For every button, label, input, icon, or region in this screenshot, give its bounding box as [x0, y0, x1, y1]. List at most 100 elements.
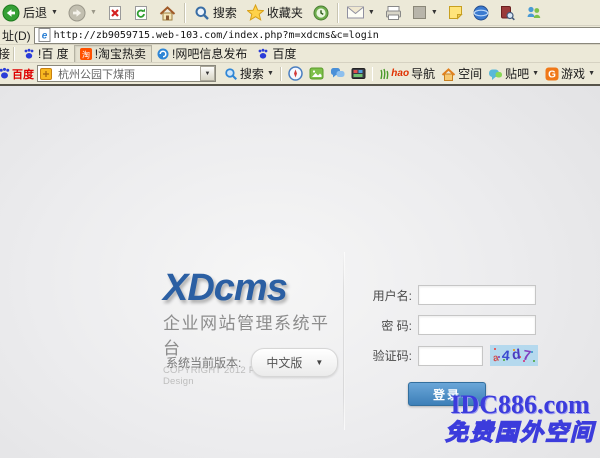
link-item-baidu-2[interactable]: 百度 [252, 46, 301, 62]
watermark-line1: IDC886.com [440, 392, 600, 418]
baidu-video-button[interactable] [348, 66, 369, 81]
research-button[interactable] [494, 3, 520, 23]
game-label: 游戏 [561, 65, 585, 82]
taobao-glyph: 淘 [82, 49, 90, 59]
baidu-paw-icon [257, 48, 269, 60]
link-item-netbar[interactable]: !网吧信息发布 [152, 46, 252, 62]
history-button[interactable] [308, 3, 334, 23]
research-book-icon [499, 5, 515, 21]
screen: 后退 ▼ ▼ [0, 0, 600, 458]
games-dropdown-icon[interactable]: ▼ [588, 70, 595, 77]
toolbar-separator [337, 3, 339, 23]
tieba-label: 贴吧 [505, 65, 529, 82]
back-dropdown-icon[interactable]: ▼ [51, 9, 58, 16]
link-label: !百 度 [38, 45, 69, 62]
print-icon [385, 5, 402, 21]
version-label: 系统当前版本: [166, 354, 241, 371]
print-button[interactable] [380, 3, 407, 23]
edit-button[interactable]: ▼ [407, 3, 443, 22]
address-input[interactable] [54, 28, 600, 43]
address-field[interactable]: e [34, 27, 600, 44]
video-icon [351, 66, 366, 81]
password-input[interactable] [418, 315, 536, 335]
login-page: XDcms 企业网站管理系统平台 COPYRIGHT 2012 Power By… [0, 86, 600, 458]
hao123-label: hao [391, 68, 409, 79]
search-button[interactable]: 搜索 [189, 2, 242, 23]
baidu-images-button[interactable] [306, 66, 327, 81]
mail-dropdown-icon[interactable]: ▼ [368, 9, 375, 16]
hotword-badge-icon [40, 68, 52, 80]
captcha-char: a [492, 353, 500, 365]
notes-button[interactable] [443, 3, 468, 22]
edit-dropdown-icon[interactable]: ▼ [431, 9, 438, 16]
baidu-toolbar: 百度 杭州公园下煤雨 ▼ 搜索 ▼ [0, 63, 600, 84]
baidu-space-button[interactable]: 空间 [438, 65, 485, 82]
search-dropdown-icon[interactable]: ▼ [267, 70, 274, 77]
username-input[interactable] [418, 285, 536, 305]
password-label: 密 码: [370, 317, 412, 334]
favorites-button[interactable]: 收藏夹 [242, 2, 308, 23]
version-row: 系统当前版本: 中文版 ▼ [166, 348, 338, 377]
compass-icon [288, 66, 303, 81]
captcha-row: 验证码: a 4 d 7 [370, 345, 538, 366]
swirl-circle-icon [157, 48, 169, 60]
back-button[interactable]: 后退 ▼ [0, 2, 63, 24]
link-item-taobao[interactable]: 淘 !淘宝热卖 [74, 45, 152, 63]
tieba-dropdown-icon[interactable]: ▼ [532, 70, 539, 77]
xdcms-logo: XDcms [163, 268, 343, 308]
toolbar-separator [372, 67, 374, 81]
back-icon [2, 4, 20, 22]
watermark: IDC886.com 免费国外空间 [440, 392, 600, 448]
link-item-baidu-1[interactable]: !百 度 [18, 46, 74, 62]
forward-icon [68, 4, 86, 22]
links-toolbar: 接 !百 度 淘 !淘宝热卖 [0, 45, 600, 63]
toolbar-separator [280, 67, 282, 81]
baidu-games-button[interactable]: G 游戏 ▼ [542, 65, 598, 82]
baidu-music-button[interactable] [285, 66, 306, 81]
baidu-tieba-button[interactable]: 贴吧 ▼ [485, 65, 542, 82]
baidu-search-value[interactable]: 杭州公园下煤雨 [54, 66, 200, 82]
baidu-logo-text: 百度 [12, 66, 34, 82]
edit-icon [412, 5, 427, 20]
captcha-input[interactable] [418, 346, 483, 366]
baidu-paw-icon [0, 67, 11, 80]
forward-button[interactable]: ▼ [63, 2, 102, 24]
messenger-sphere-button[interactable] [468, 3, 494, 23]
stop-icon [107, 5, 123, 21]
baidu-toolbar-logo[interactable]: 百度 [0, 66, 37, 82]
messenger-buddy-icon [525, 5, 542, 20]
captcha-image[interactable]: a 4 d 7 [490, 345, 538, 366]
baidu-chat-button[interactable] [327, 66, 348, 81]
captcha-label: 验证码: [370, 347, 412, 364]
space-label: 空间 [458, 65, 482, 82]
search-icon [194, 5, 210, 21]
link-label: !网吧信息发布 [172, 45, 247, 62]
globe-sphere-icon [473, 5, 489, 21]
stop-button[interactable] [102, 3, 128, 23]
link-label: 百度 [272, 45, 296, 62]
nav-label: 导航 [411, 65, 435, 82]
game-g-icon: G [545, 67, 559, 81]
version-dropdown-icon: ▼ [315, 358, 323, 367]
mail-button[interactable]: ▼ [342, 4, 380, 21]
baidu-search-button[interactable]: 搜索 ▼ [221, 65, 277, 82]
captcha-char: 4 [501, 347, 510, 364]
browser-chrome: 后退 ▼ ▼ [0, 0, 600, 86]
version-dropdown[interactable]: 中文版 ▼ [251, 348, 338, 377]
home-button[interactable] [154, 3, 181, 23]
panel-divider [343, 252, 345, 430]
address-bar: 址(D) e [0, 26, 600, 45]
favorites-label: 收藏夹 [267, 4, 303, 21]
link-label: !淘宝热卖 [95, 45, 146, 62]
taobao-icon: 淘 [80, 48, 92, 60]
game-g-glyph: G [548, 69, 556, 80]
baidu-hao123-nav-button[interactable]: hao 导航 [376, 65, 438, 82]
refresh-button[interactable] [128, 3, 154, 23]
search-label: 搜索 [213, 4, 237, 21]
forward-dropdown-icon[interactable]: ▼ [90, 9, 97, 16]
search-box-dropdown-icon[interactable]: ▼ [200, 66, 215, 81]
captcha-char: 7 [522, 346, 532, 363]
baidu-search-label: 搜索 [240, 65, 264, 82]
baidu-search-box[interactable]: 杭州公园下煤雨 ▼ [37, 65, 216, 82]
messenger-buddy-button[interactable] [520, 3, 547, 22]
